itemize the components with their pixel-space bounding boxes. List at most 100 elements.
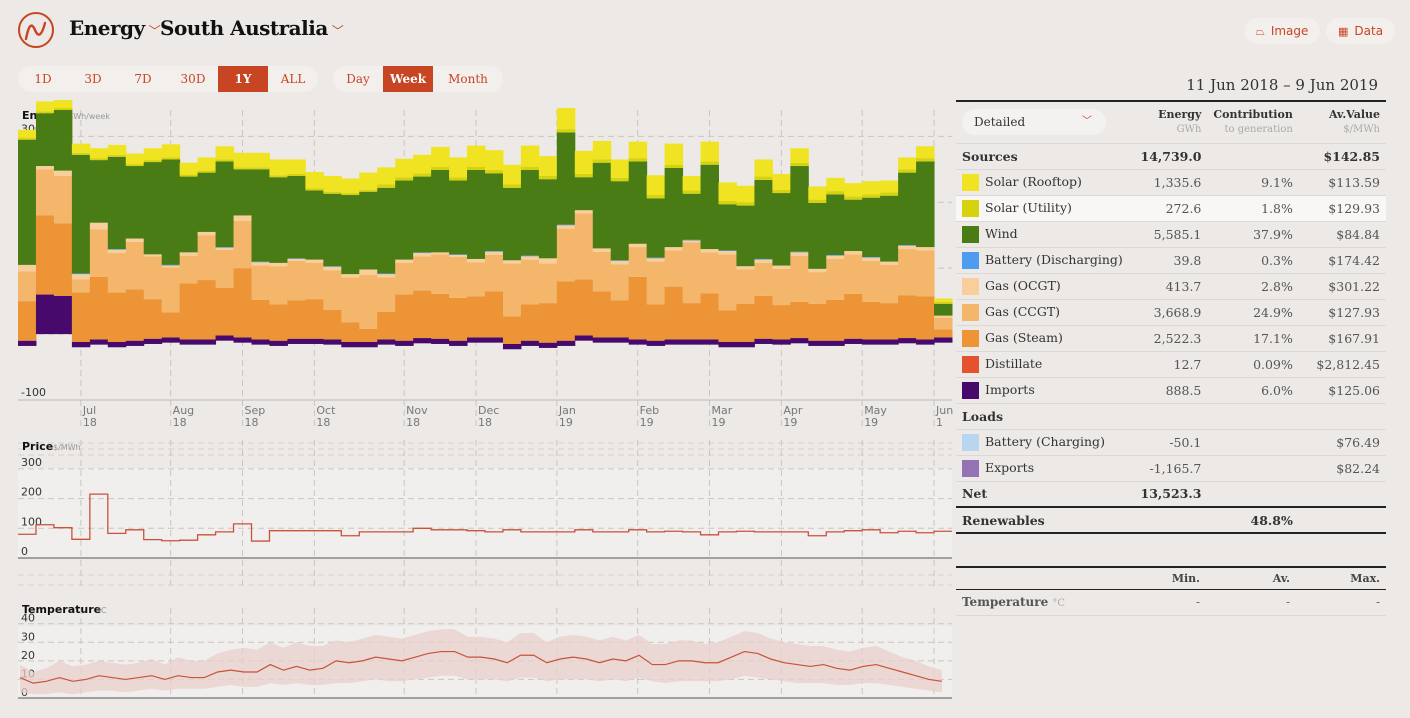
source-value: $113.59 [1298, 169, 1386, 196]
bar-battery-discharging- [449, 254, 468, 255]
bar-gas-steam- [197, 280, 217, 340]
source-row[interactable]: Wind 5,585.1 37.9% $84.84 [956, 221, 1386, 248]
export-data-button[interactable]: ▦ Data [1326, 18, 1396, 44]
color-swatch[interactable] [962, 277, 979, 295]
color-swatch[interactable] [962, 355, 979, 373]
range-1d-button[interactable]: 1D [18, 66, 68, 92]
view-select[interactable]: Detailed ﹀ [962, 109, 1106, 136]
interval-day-button[interactable]: Day [333, 66, 383, 92]
bar-gas-ocgt- [197, 231, 217, 236]
loads-label: Loads [956, 403, 1129, 430]
bar-gas-ccgt- [898, 249, 917, 296]
source-contribution: 24.9% [1207, 299, 1299, 326]
source-row[interactable]: Imports 888.5 6.0% $125.06 [956, 377, 1386, 404]
source-row[interactable]: Battery (Discharging) 39.8 0.3% $174.42 [956, 247, 1386, 274]
color-swatch[interactable] [962, 225, 979, 243]
color-swatch[interactable] [962, 459, 979, 477]
chevron-down-icon: ﹀ [1082, 116, 1092, 128]
bar-gas-ocgt- [431, 252, 450, 255]
range-30d-button[interactable]: 30D [168, 66, 218, 92]
source-row[interactable]: Solar (Rooftop) 1,335.6 9.1% $113.59 [956, 169, 1386, 196]
source-value: $2,812.45 [1298, 351, 1386, 378]
bar-gas-ocgt- [898, 245, 917, 250]
bar-wind [664, 168, 684, 248]
source-row[interactable]: Gas (Steam) 2,522.3 17.1% $167.91 [956, 325, 1386, 352]
bar-solar-rooftop- [862, 181, 881, 195]
bar-solar-rooftop- [71, 143, 91, 153]
load-name-cell: Battery (Charging) [956, 429, 1129, 456]
bar-imports [592, 337, 612, 343]
load-energy: -50.1 [1128, 429, 1208, 456]
bar-solar-utility- [35, 111, 55, 114]
bar-solar-rooftop- [323, 175, 342, 192]
bar-gas-steam- [485, 291, 504, 338]
range-1y-button[interactable]: 1Y [218, 66, 268, 92]
metric-selector[interactable]: Energy ﹀ [69, 16, 161, 40]
bar-gas-ccgt- [53, 175, 73, 224]
bar-solar-rooftop- [53, 97, 73, 109]
price-y-tick-label: 0 [21, 545, 28, 558]
bar-wind [233, 169, 252, 216]
source-row[interactable]: Solar (Utility) 272.6 1.8% $129.93 [956, 195, 1386, 222]
source-name-cell: Battery (Discharging) [956, 247, 1129, 274]
bar-solar-utility- [790, 162, 809, 167]
bar-solar-utility- [125, 164, 145, 167]
bar-gas-ocgt- [736, 266, 755, 270]
color-swatch[interactable] [962, 433, 979, 451]
bar-gas-steam- [826, 299, 845, 341]
bar-gas-steam- [682, 303, 702, 340]
region-selector[interactable]: South Australia ﹀ [160, 16, 344, 40]
bar-solar-rooftop- [574, 150, 594, 174]
app-logo[interactable] [18, 12, 54, 48]
bar-imports [161, 337, 181, 343]
interval-week-button[interactable]: Week [383, 66, 433, 92]
temp-col-min: Min. [1126, 566, 1206, 590]
bar-gas-steam- [53, 223, 73, 296]
source-name: Imports [985, 381, 1035, 397]
load-row[interactable]: Exports -1,165.7 $82.24 [956, 455, 1386, 482]
export-image-button[interactable]: ⏢ Image [1244, 18, 1321, 44]
bar-gas-ocgt- [377, 274, 396, 278]
interval-month-button[interactable]: Month [433, 66, 503, 92]
bar-solar-utility- [269, 175, 288, 178]
range-all-button[interactable]: ALL [268, 66, 318, 92]
range-7d-button[interactable]: 7D [118, 66, 168, 92]
bar-imports [808, 340, 827, 346]
color-swatch[interactable] [962, 303, 979, 321]
source-energy: 5,585.1 [1128, 221, 1208, 248]
range-3d-button[interactable]: 3D [68, 66, 118, 92]
charts-svg[interactable]: 3002001000-100EnergyGWh/weekJul18Aug18Se… [0, 97, 960, 714]
bar-solar-utility- [574, 173, 594, 178]
bar-gas-steam- [934, 329, 953, 338]
source-row[interactable]: Gas (OCGT) 413.7 2.8% $301.22 [956, 273, 1386, 300]
bar-wind [413, 176, 432, 253]
bar-imports [107, 342, 127, 348]
bar-gas-ccgt- [844, 254, 863, 294]
color-swatch[interactable] [962, 329, 979, 347]
temp-col-av: Av. [1206, 566, 1296, 590]
area-chart-icon: ⏢ [1256, 25, 1265, 38]
color-swatch[interactable] [962, 251, 979, 269]
bar-gas-steam- [628, 276, 648, 340]
bar-solar-rooftop- [197, 157, 217, 171]
color-swatch[interactable] [962, 381, 979, 399]
bar-gas-ocgt- [538, 258, 558, 264]
bar-imports [125, 340, 145, 346]
bar-gas-steam- [610, 300, 630, 338]
source-row[interactable]: Distillate 12.7 0.09% $2,812.45 [956, 351, 1386, 378]
bar-solar-utility- [233, 167, 252, 170]
bar-solar-rooftop- [359, 172, 378, 190]
bar-battery-discharging- [413, 252, 432, 254]
bar-solar-rooftop- [520, 145, 540, 167]
bar-gas-ccgt- [862, 260, 881, 302]
color-swatch[interactable] [962, 173, 979, 191]
color-swatch[interactable] [962, 199, 979, 217]
bar-gas-ocgt- [880, 261, 899, 265]
bar-gas-steam- [646, 304, 666, 341]
bar-gas-ocgt- [700, 249, 719, 253]
load-row[interactable]: Battery (Charging) -50.1 $76.49 [956, 429, 1386, 456]
source-name-cell: Gas (OCGT) [956, 273, 1129, 300]
bar-imports [610, 337, 630, 343]
source-row[interactable]: Gas (CCGT) 3,668.9 24.9% $127.93 [956, 299, 1386, 326]
x-tick-year: 19 [783, 416, 797, 429]
